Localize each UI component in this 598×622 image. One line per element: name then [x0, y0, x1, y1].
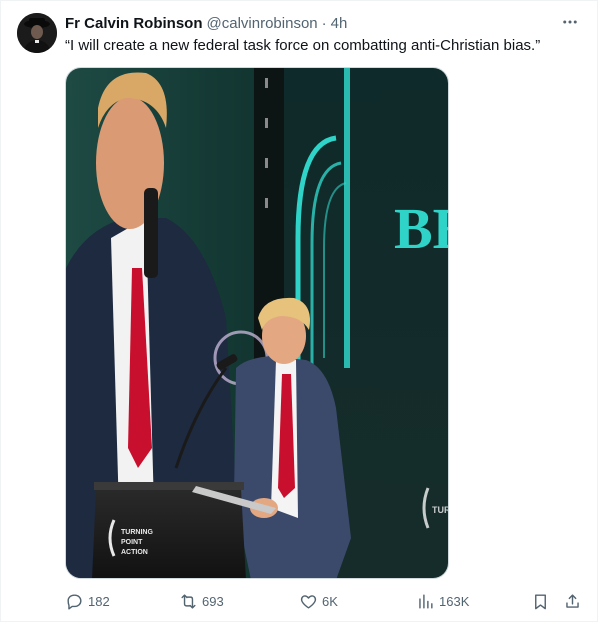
- views-button[interactable]: 163K: [416, 587, 469, 615]
- timestamp[interactable]: 4h: [331, 15, 348, 32]
- more-icon: [563, 20, 577, 24]
- views-count: 163K: [439, 593, 470, 609]
- tweet[interactable]: Fr Calvin Robinson @calvinrobinson · 4h …: [0, 0, 598, 622]
- like-count: 6K: [322, 593, 338, 609]
- bookmark-icon: [535, 593, 546, 609]
- share-icon: [566, 593, 579, 608]
- photo-image: BEL TURN: [66, 68, 449, 578]
- views-icon: [419, 593, 433, 609]
- author-handle[interactable]: @calvinrobinson: [207, 15, 318, 32]
- separator: ·: [321, 14, 327, 32]
- sign-text: BEL: [394, 196, 449, 261]
- avatar[interactable]: [17, 13, 57, 53]
- reply-count: 182: [88, 593, 110, 609]
- podium-logo-text-3: ACTION: [121, 549, 148, 556]
- tweet-text: “I will create a new federal task force …: [65, 37, 541, 54]
- repost-icon: [181, 593, 196, 609]
- screen-logo-text: TURN: [432, 505, 449, 515]
- repost-count: 693: [202, 593, 224, 609]
- tweet-actions: 182 693 6K 163K: [65, 587, 585, 615]
- like-button[interactable]: 6K: [299, 587, 338, 615]
- tweet-header: Fr Calvin Robinson @calvinrobinson · 4h: [65, 13, 581, 33]
- podium-logo-text-2: POINT: [121, 539, 143, 546]
- bookmark-button[interactable]: [531, 587, 554, 615]
- author-name[interactable]: Fr Calvin Robinson: [65, 15, 203, 32]
- tweet-photo[interactable]: BEL TURN: [65, 67, 449, 579]
- reply-button[interactable]: 182: [65, 587, 110, 615]
- share-button[interactable]: [563, 587, 586, 615]
- repost-button[interactable]: 693: [179, 587, 224, 615]
- avatar-image: [17, 13, 57, 53]
- heart-icon: [300, 594, 317, 609]
- podium-logo-text-1: TURNING: [121, 529, 153, 536]
- more-options-button[interactable]: [559, 11, 581, 33]
- reply-icon: [67, 593, 82, 609]
